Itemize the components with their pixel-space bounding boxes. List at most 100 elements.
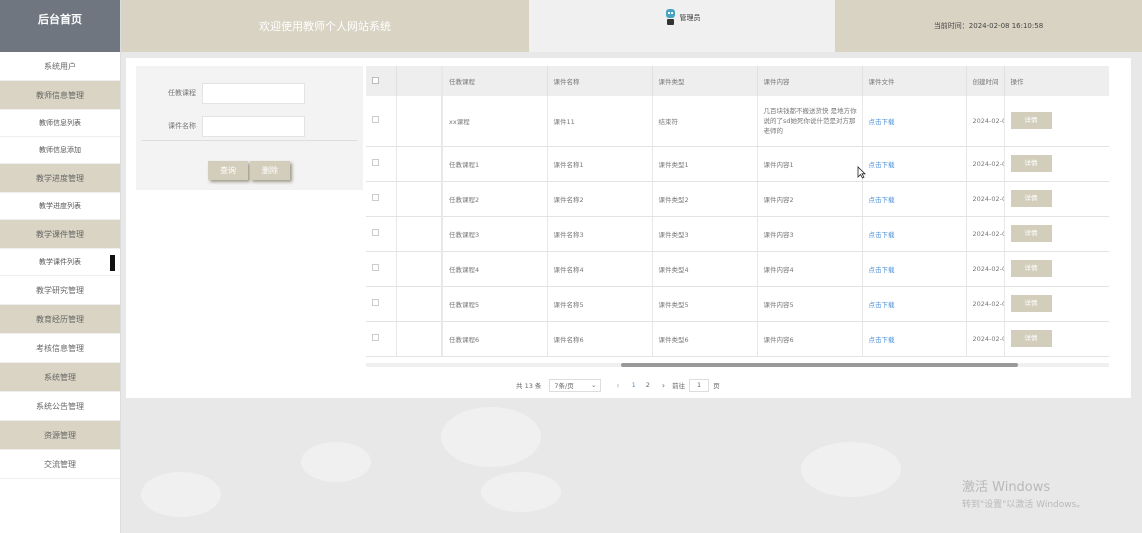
course-search-row: 任教课程 <box>136 82 363 104</box>
prev-page-icon[interactable]: ‹ <box>616 381 619 390</box>
sidebar-item[interactable]: 系统公告管理 <box>0 392 120 421</box>
content-cell: 课件内容5 <box>757 286 863 322</box>
detail-button[interactable]: 详情 <box>1010 330 1052 347</box>
row-select-cell[interactable] <box>366 96 397 147</box>
sidebar-item[interactable]: 教学课件管理 <box>0 220 120 249</box>
sidebar-item[interactable]: 教学研究管理 <box>0 276 120 305</box>
content-cell: 课件内容2 <box>757 181 863 217</box>
row-select-cell[interactable] <box>366 181 397 217</box>
page-size-select[interactable]: 7条/页 ⌄ <box>549 378 602 392</box>
mouse-cursor-icon <box>857 166 866 179</box>
index-cell <box>396 146 443 182</box>
name-input[interactable] <box>202 115 305 137</box>
course-cell: 任教课程3 <box>442 216 548 252</box>
sidebar-item[interactable]: 交流管理 <box>0 450 120 479</box>
action-cell: 详情 <box>1004 251 1109 287</box>
windows-activation-watermark: 激活 Windows 转到"设置"以激活 Windows。 <box>962 476 1085 510</box>
row-checkbox[interactable] <box>372 194 379 201</box>
sidebar-item[interactable]: 教师信息列表 <box>0 110 120 137</box>
detail-button[interactable]: 详情 <box>1010 112 1052 130</box>
user-area[interactable]: 管理员 <box>529 0 835 52</box>
action-cell: 详情 <box>1004 96 1109 147</box>
content-cell: 课件内容4 <box>757 251 863 287</box>
header: 欢迎使用教师个人网站系统 管理员 当前时间：2024-02-08 16:10:5… <box>121 0 1142 52</box>
sidebar-menu: 系统用户 教师信息管理 教师信息列表 教师信息添加 教学进度管理 教学进度列表 教学课件管理… <box>0 52 120 479</box>
course-cell: 任教课程6 <box>442 321 548 357</box>
detail-button[interactable]: 详情 <box>1010 295 1052 312</box>
download-link[interactable]: 点击下载 <box>869 231 895 239</box>
download-link[interactable]: 点击下载 <box>869 336 895 344</box>
row-checkbox[interactable] <box>372 159 379 166</box>
name-cell: 课件名称6 <box>547 321 653 357</box>
row-select-cell[interactable] <box>366 146 397 182</box>
download-link[interactable]: 点击下载 <box>869 196 895 204</box>
created-cell: 2024-02-0 <box>966 216 1005 252</box>
table-row: 任教课程5 课件名称5 课件类型5 课件内容5 点击下载 2024-02-0 详情 <box>366 286 1109 322</box>
query-button[interactable]: 查询 <box>208 161 248 180</box>
row-select-cell[interactable] <box>366 321 397 357</box>
page-1[interactable]: 1 <box>632 381 636 389</box>
sidebar-item[interactable]: 教学课件列表 <box>0 249 120 276</box>
created-cell: 2024-02-0 <box>966 286 1005 322</box>
sidebar-item[interactable]: 考核信息管理 <box>0 334 120 363</box>
download-link[interactable]: 点击下载 <box>869 266 895 274</box>
page-2[interactable]: 2 <box>646 381 650 389</box>
table-row: 任教课程3 课件名称3 课件类型3 课件内容3 点击下载 2024-02-0 详情 <box>366 216 1109 252</box>
sidebar-item[interactable]: 教育经历管理 <box>0 305 120 334</box>
row-checkbox[interactable] <box>372 334 379 341</box>
detail-button[interactable]: 详情 <box>1010 225 1052 242</box>
row-checkbox[interactable] <box>372 229 379 236</box>
created-cell: 2024-02-0 <box>966 96 1005 147</box>
page-suffix: 页 <box>713 382 720 390</box>
type-cell: 课件类型3 <box>652 216 758 252</box>
data-table: 任教课程 课件名称 课件类型 课件内容 课件文件 创建时间 操作 xx课程 课件1… <box>366 66 1109 360</box>
next-page-icon[interactable]: › <box>662 381 665 390</box>
row-select-cell[interactable] <box>366 216 397 252</box>
created-cell: 2024-02-0 <box>966 146 1005 182</box>
index-header <box>396 66 443 96</box>
row-checkbox[interactable] <box>372 299 379 306</box>
sidebar-item[interactable]: 系统用户 <box>0 52 120 81</box>
header-action: 操作 <box>1004 66 1109 96</box>
row-select-cell[interactable] <box>366 286 397 322</box>
row-checkbox[interactable] <box>372 116 379 124</box>
detail-button[interactable]: 详情 <box>1010 190 1052 207</box>
created-cell: 2024-02-0 <box>966 181 1005 217</box>
course-label: 任教课程 <box>168 89 196 97</box>
content-card: 任教课程 课件名称 查询 删除 任教课程 课件名称 课件类型 课件内容 课件文件… <box>126 58 1131 398</box>
goto-page-input[interactable]: 1 <box>689 378 710 392</box>
download-link[interactable]: 点击下载 <box>869 301 895 309</box>
detail-button[interactable]: 详情 <box>1010 155 1052 172</box>
download-link[interactable]: 点击下载 <box>869 118 895 126</box>
pagination: 共 13 条 7条/页 ⌄ ‹ 1 2 › 前往 1 页 <box>516 378 720 392</box>
download-link[interactable]: 点击下载 <box>869 161 895 169</box>
select-all-cell[interactable] <box>366 66 397 96</box>
user-name: 管理员 <box>679 14 701 22</box>
row-select-cell[interactable] <box>366 251 397 287</box>
row-checkbox[interactable] <box>372 264 379 271</box>
file-cell: 点击下载 <box>862 216 967 252</box>
brand-home[interactable]: 后台首页 <box>0 0 120 52</box>
sidebar-item[interactable]: 教师信息添加 <box>0 137 120 164</box>
chevron-down-icon: ⌄ <box>590 381 597 389</box>
name-cell: 课件11 <box>547 96 653 147</box>
sidebar-item[interactable]: 系统管理 <box>0 363 120 392</box>
index-cell <box>396 216 443 252</box>
sidebar-item[interactable]: 教师信息管理 <box>0 81 120 110</box>
background-bubble <box>481 472 561 512</box>
sidebar-item[interactable]: 资源管理 <box>0 421 120 450</box>
delete-button[interactable]: 删除 <box>250 161 290 180</box>
sidebar-item[interactable]: 教学进度管理 <box>0 164 120 193</box>
scrollbar-thumb[interactable] <box>621 363 1018 367</box>
type-cell: 课件类型4 <box>652 251 758 287</box>
sidebar-item[interactable]: 教学进度列表 <box>0 193 120 220</box>
course-input[interactable] <box>202 82 305 104</box>
detail-button[interactable]: 详情 <box>1010 260 1052 277</box>
file-cell: 点击下载 <box>862 96 967 147</box>
select-all-checkbox[interactable] <box>372 76 379 84</box>
header-content: 课件内容 <box>757 66 863 96</box>
name-search-row: 课件名称 <box>136 115 363 137</box>
file-cell: 点击下载 <box>862 181 967 217</box>
total-count: 共 13 条 <box>516 382 542 390</box>
horizontal-scrollbar[interactable] <box>366 363 1109 367</box>
